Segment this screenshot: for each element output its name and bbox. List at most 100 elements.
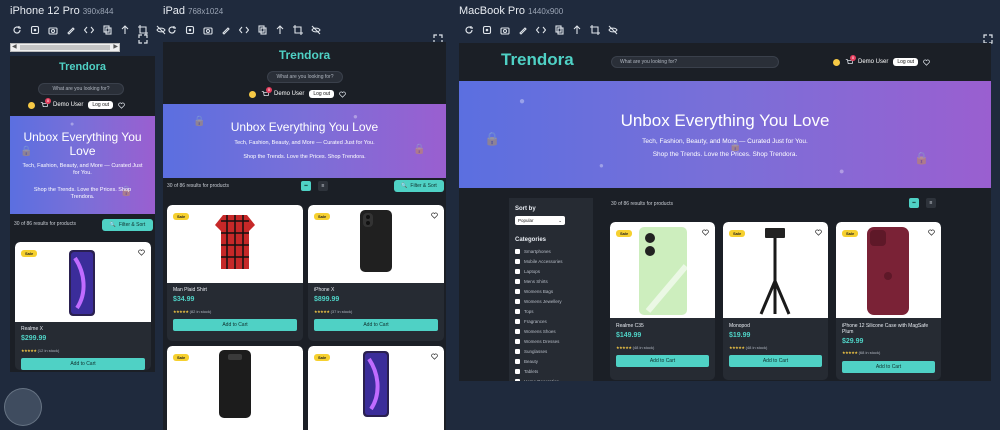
rotate-icon[interactable]: [464, 25, 474, 35]
logout-button[interactable]: Log out: [88, 101, 114, 109]
category-checkbox[interactable]: [515, 249, 520, 254]
category-checkbox[interactable]: [515, 319, 520, 324]
theme-toggle-icon[interactable]: [249, 90, 256, 98]
category-item[interactable]: Mens Shirts: [515, 278, 563, 285]
copy-icon[interactable]: [554, 25, 564, 35]
category-item[interactable]: Laptops: [515, 268, 563, 275]
brand-logo[interactable]: Trendora: [501, 50, 574, 70]
category-item[interactable]: Womens Jewellery: [515, 298, 563, 305]
brush-icon[interactable]: [221, 25, 231, 35]
add-to-cart-button[interactable]: Add to Cart: [21, 358, 145, 370]
list-view-button[interactable]: ≡: [318, 181, 328, 191]
horizontal-scrollbar[interactable]: ◀ ▶: [10, 43, 120, 52]
category-item[interactable]: Home Decoration: [515, 378, 563, 381]
product-card[interactable]: Sale iPhone X $899.99 ★★★★★ (37 in stock…: [308, 205, 444, 341]
heart-icon[interactable]: [928, 229, 935, 236]
theme-toggle-icon[interactable]: [28, 101, 35, 109]
expand-icon[interactable]: [983, 31, 993, 44]
category-checkbox[interactable]: [515, 309, 520, 314]
code-icon[interactable]: [536, 25, 546, 35]
add-to-cart-button[interactable]: Add to Cart: [616, 355, 709, 367]
product-card[interactable]: Sale: [308, 346, 444, 430]
list-view-button[interactable]: ≡: [926, 198, 936, 208]
product-card[interactable]: Sale iPhone 12 Silicone Case with MagSaf…: [836, 222, 941, 380]
crop-icon[interactable]: [293, 25, 303, 35]
category-checkbox[interactable]: [515, 329, 520, 334]
camera-icon[interactable]: [203, 25, 213, 35]
product-name[interactable]: iPhone 12 Silicone Case with MagSafe Plu…: [842, 323, 936, 335]
arrow-up-icon[interactable]: [572, 25, 582, 35]
heart-icon[interactable]: [118, 102, 125, 109]
touch-icon[interactable]: [30, 25, 40, 35]
arrow-up-icon[interactable]: [275, 25, 285, 35]
camera-icon[interactable]: [48, 25, 58, 35]
product-card[interactable]: Sale: [167, 346, 303, 430]
rotate-icon[interactable]: [12, 25, 22, 35]
product-card[interactable]: Sale Realme X $299.99 ★★★★★ (12 in stock…: [15, 242, 151, 370]
search-input[interactable]: What are you looking for?: [38, 83, 124, 95]
arrow-up-icon[interactable]: [120, 25, 130, 35]
code-icon[interactable]: [84, 25, 94, 35]
category-item[interactable]: Womens Shoes: [515, 328, 563, 335]
heart-icon[interactable]: [702, 229, 709, 236]
heart-icon[interactable]: [339, 91, 346, 98]
category-item[interactable]: Sunglasses: [515, 348, 563, 355]
brand-logo[interactable]: Trendora: [10, 61, 155, 73]
category-checkbox[interactable]: [515, 259, 520, 264]
category-item[interactable]: Womens Dresses: [515, 338, 563, 345]
camera-icon[interactable]: [500, 25, 510, 35]
heart-icon[interactable]: [138, 249, 145, 256]
category-item[interactable]: Smartphones: [515, 248, 563, 255]
category-item[interactable]: Womens Bags: [515, 288, 563, 295]
category-checkbox[interactable]: [515, 269, 520, 274]
theme-toggle-icon[interactable]: [833, 58, 840, 66]
cart-icon[interactable]: 0: [845, 55, 856, 66]
touch-icon[interactable]: [482, 25, 492, 35]
category-checkbox[interactable]: [515, 289, 520, 294]
product-card[interactable]: Sale Monopod $19.99 ★★★★★ (48 in stock) …: [723, 222, 828, 380]
crop-icon[interactable]: [590, 25, 600, 35]
add-to-cart-button[interactable]: Add to Cart: [173, 319, 297, 331]
add-to-cart-button[interactable]: Add to Cart: [729, 355, 822, 367]
cart-icon[interactable]: 0: [40, 98, 51, 109]
category-item[interactable]: Tablets: [515, 368, 563, 375]
product-name[interactable]: Monopod: [729, 323, 750, 329]
category-item[interactable]: Beauty: [515, 358, 563, 365]
product-name[interactable]: iPhone X: [314, 287, 334, 293]
eye-off-icon[interactable]: [608, 25, 618, 35]
category-checkbox[interactable]: [515, 279, 520, 284]
product-name[interactable]: Realme X: [21, 326, 43, 332]
brush-icon[interactable]: [66, 25, 76, 35]
product-card[interactable]: Sale Man Plaid Shirt $34.99 ★★★★★ (82 in…: [167, 205, 303, 341]
eye-off-icon[interactable]: [311, 25, 321, 35]
cart-icon[interactable]: 0: [261, 87, 272, 98]
touch-icon[interactable]: [185, 25, 195, 35]
category-checkbox[interactable]: [515, 359, 520, 364]
add-to-cart-button[interactable]: Add to Cart: [314, 319, 438, 331]
product-name[interactable]: Realme C35: [616, 323, 644, 329]
filter-sort-button[interactable]: 🔍 Filter & Sort: [102, 219, 153, 231]
heart-icon[interactable]: [431, 353, 438, 360]
code-icon[interactable]: [239, 25, 249, 35]
heart-icon[interactable]: [923, 59, 930, 66]
brand-logo[interactable]: Trendora: [163, 48, 446, 62]
expand-icon[interactable]: [433, 31, 443, 44]
copy-icon[interactable]: [257, 25, 267, 35]
heart-icon[interactable]: [815, 229, 822, 236]
search-input[interactable]: What are you looking for?: [267, 71, 343, 83]
logout-button[interactable]: Log out: [893, 58, 919, 66]
category-checkbox[interactable]: [515, 379, 520, 381]
grid-view-button[interactable]: ▪▪: [909, 198, 919, 208]
heart-icon[interactable]: [431, 212, 438, 219]
category-checkbox[interactable]: [515, 299, 520, 304]
category-checkbox[interactable]: [515, 349, 520, 354]
category-checkbox[interactable]: [515, 369, 520, 374]
category-item[interactable]: Tops: [515, 308, 563, 315]
rotate-icon[interactable]: [167, 25, 177, 35]
category-item[interactable]: Mobile Accessories: [515, 258, 563, 265]
add-to-cart-button[interactable]: Add to Cart: [842, 361, 935, 373]
category-checkbox[interactable]: [515, 339, 520, 344]
search-input[interactable]: What are you looking for?: [611, 56, 779, 68]
sort-select[interactable]: Popular ⌄: [515, 216, 565, 225]
copy-icon[interactable]: [102, 25, 112, 35]
